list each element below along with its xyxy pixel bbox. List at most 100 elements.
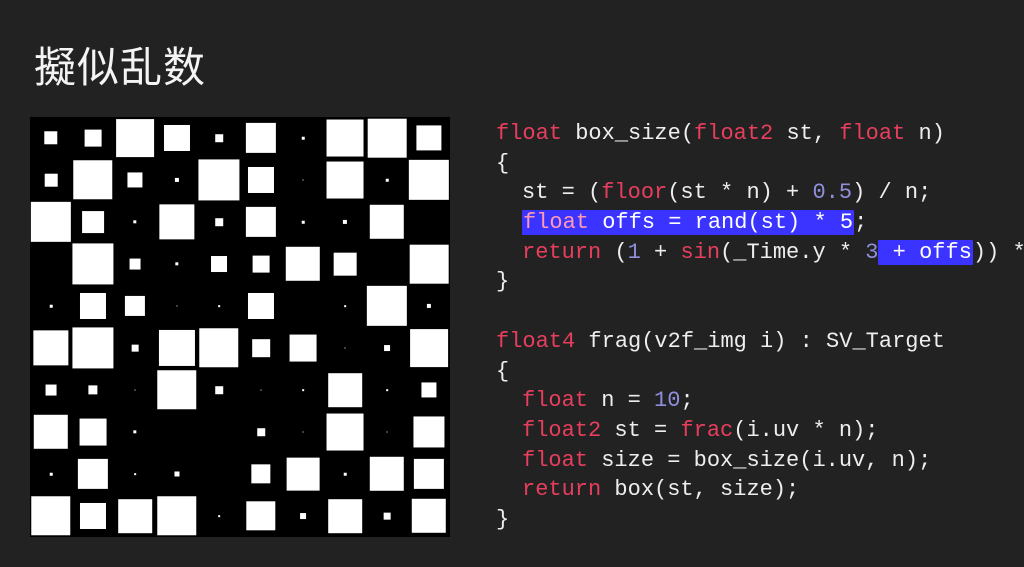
- grid-box: [421, 382, 436, 397]
- grid-box: [133, 220, 136, 223]
- grid-box: [116, 119, 154, 157]
- grid-cell: [156, 411, 198, 453]
- grid-box: [31, 496, 70, 535]
- grid-box: [303, 180, 304, 181]
- grid-cell: [156, 369, 198, 411]
- grid-cell: [324, 369, 366, 411]
- grid-box: [328, 499, 362, 533]
- code-line: {: [496, 149, 1024, 179]
- grid-box: [73, 160, 112, 199]
- grid-cell: [408, 243, 450, 285]
- slide: 擬似乱数 float box_size(float2 st, float n) …: [0, 0, 1024, 567]
- grid-box: [46, 385, 57, 396]
- grid-cell: [324, 201, 366, 243]
- grid-cell: [240, 243, 282, 285]
- grid-cell: [408, 327, 450, 369]
- code-line: float size = box_size(i.uv, n);: [496, 446, 1024, 476]
- grid-box: [368, 119, 407, 158]
- grid-cell: [30, 243, 72, 285]
- grid-cell: [72, 453, 114, 495]
- grid-box: [370, 457, 404, 491]
- grid-cell: [30, 117, 72, 159]
- grid-cell: [240, 411, 282, 453]
- grid-cell: [324, 159, 366, 201]
- grid-box: [80, 503, 106, 529]
- grid-box: [215, 386, 223, 394]
- code-line: float box_size(float2 st, float n): [496, 119, 1024, 149]
- grid-box: [386, 389, 388, 391]
- grid-box: [248, 167, 274, 193]
- grid-cell: [198, 453, 240, 495]
- grid-cell: [72, 369, 114, 411]
- grid-cell: [156, 201, 198, 243]
- grid-cell: [72, 327, 114, 369]
- grid-cell: [324, 495, 366, 537]
- grid-cell: [114, 495, 156, 537]
- grid-cell: [408, 201, 450, 243]
- grid-box: [159, 330, 195, 366]
- grid-cell: [282, 285, 324, 327]
- grid-box: [164, 125, 190, 151]
- grid-box: [410, 329, 448, 367]
- grid-box: [44, 131, 57, 144]
- grid-cell: [324, 327, 366, 369]
- code-line: float n = 10;: [496, 386, 1024, 416]
- grid-box: [130, 259, 141, 270]
- grid-cell: [156, 285, 198, 327]
- grid-box: [127, 172, 142, 187]
- grid-cell: [366, 495, 408, 537]
- grid-cell: [30, 201, 72, 243]
- grid-box: [387, 432, 388, 433]
- grid-box: [251, 464, 270, 483]
- grid-cell: [30, 327, 72, 369]
- grid-box: [343, 220, 347, 224]
- grid-box: [133, 430, 136, 433]
- grid-cell: [366, 453, 408, 495]
- grid-box: [78, 459, 108, 489]
- grid-cell: [30, 369, 72, 411]
- grid-box: [386, 179, 389, 182]
- grid-box: [157, 370, 196, 409]
- grid-cell: [408, 285, 450, 327]
- grid-cell: [408, 369, 450, 411]
- grid-cell: [240, 285, 282, 327]
- grid-cell: [198, 411, 240, 453]
- grid-box: [253, 256, 270, 273]
- grid-cell: [198, 369, 240, 411]
- grid-cell: [30, 159, 72, 201]
- grid-cell: [366, 285, 408, 327]
- grid-cell: [72, 243, 114, 285]
- grid-box: [175, 262, 178, 265]
- grid-cell: [72, 411, 114, 453]
- grid-box: [410, 245, 449, 284]
- grid-box: [80, 293, 106, 319]
- grid-box: [344, 305, 346, 307]
- grid-box: [72, 327, 113, 368]
- grid-cell: [240, 369, 282, 411]
- grid-cell: [114, 453, 156, 495]
- grid-box: [34, 415, 68, 449]
- grid-box: [384, 345, 390, 351]
- grid-box: [248, 293, 274, 319]
- grid-cell: [282, 411, 324, 453]
- grid-cell: [114, 327, 156, 369]
- code-line: float offs = rand(st) * 5;: [496, 208, 1024, 238]
- code-line: {: [496, 357, 1024, 387]
- grid-box: [303, 432, 304, 433]
- grid-box: [252, 339, 270, 357]
- grid-cell: [72, 201, 114, 243]
- shader-output-image: [30, 117, 450, 537]
- grid-box: [302, 137, 305, 140]
- grid-box: [211, 256, 227, 272]
- grid-box: [257, 428, 265, 436]
- grid-box: [175, 178, 179, 182]
- grid-box: [412, 499, 446, 533]
- grid-cell: [282, 327, 324, 369]
- grid-box: [198, 159, 239, 200]
- grid-cell: [240, 159, 282, 201]
- grid-cell: [366, 201, 408, 243]
- grid-box: [45, 174, 58, 187]
- code-line: return (1 + sin(_Time.y * 3 + offs)) * 0…: [496, 238, 1024, 268]
- grid-box: [31, 202, 71, 242]
- grid-box: [416, 125, 441, 150]
